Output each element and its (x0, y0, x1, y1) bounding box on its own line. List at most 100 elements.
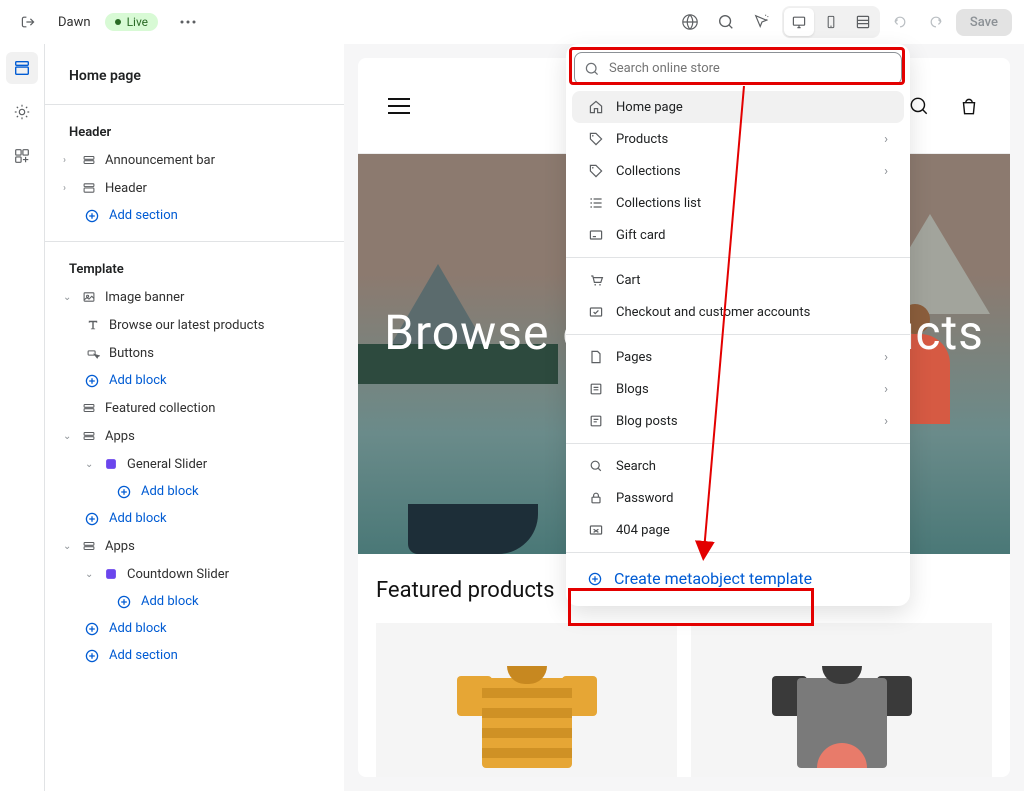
template-option[interactable]: Products› (572, 123, 904, 155)
template-option[interactable]: Password (572, 482, 904, 514)
option-label: Password (616, 491, 673, 506)
more-actions-button[interactable] (172, 6, 204, 38)
featured-collection-item[interactable]: ›Featured collection (45, 394, 344, 422)
search-icon-button[interactable] (710, 6, 742, 38)
home-icon (588, 99, 604, 115)
template-option[interactable]: Search (572, 450, 904, 482)
desktop-viewport-button[interactable] (784, 8, 814, 36)
template-option[interactable]: Blog posts› (572, 405, 904, 437)
add-block-link[interactable]: Add block (45, 615, 344, 642)
section-icon (81, 538, 97, 554)
exit-editor-button[interactable] (12, 6, 44, 38)
search-icon[interactable] (908, 95, 930, 117)
tree-label: Browse our latest products (109, 318, 264, 333)
template-option[interactable]: Blogs › (572, 373, 904, 405)
create-link-label: Create metaobject template (614, 569, 812, 588)
button-icon (85, 345, 101, 361)
add-block-link[interactable]: Add block (45, 478, 344, 505)
tree-label: Apps (105, 539, 135, 554)
header-group-label: Header (45, 119, 344, 146)
save-button: Save (956, 9, 1012, 36)
option-label: Collections list (616, 196, 701, 211)
checkout-icon (588, 304, 604, 320)
template-group-label: Template (45, 256, 344, 283)
announcement-bar-item[interactable]: ›Announcement bar (45, 146, 344, 174)
tree-label: Countdown Slider (127, 567, 229, 582)
buttons-block[interactable]: Buttons (45, 339, 344, 367)
404-icon (588, 522, 604, 538)
post-icon (588, 413, 604, 429)
template-picker-dropdown: Home pageProducts›Collections›Collection… (566, 44, 910, 606)
template-option[interactable]: Gift card (572, 219, 904, 251)
template-option[interactable]: Pages› (572, 341, 904, 373)
card-icon (588, 227, 604, 243)
fullscreen-viewport-button[interactable] (848, 8, 878, 36)
settings-rail-button[interactable] (6, 96, 38, 128)
option-label: Blog posts (616, 414, 678, 429)
template-option[interactable]: 404 page (572, 514, 904, 546)
bag-icon[interactable] (958, 95, 980, 117)
add-block-link[interactable]: Add block (45, 367, 344, 394)
tree-label: Buttons (109, 346, 154, 361)
section-icon (81, 428, 97, 444)
apps-item-1[interactable]: ⌄Apps (45, 422, 344, 450)
sidebar: Home page Header ›Announcement bar ›Head… (44, 44, 344, 791)
mobile-viewport-button[interactable] (816, 8, 846, 36)
section-icon (81, 180, 97, 196)
template-option[interactable]: Home page (572, 91, 904, 123)
left-rail (0, 44, 44, 791)
template-option[interactable]: Cart (572, 264, 904, 296)
add-block-link[interactable]: Add block (45, 588, 344, 615)
add-link-label: Add block (109, 373, 167, 388)
redo-button[interactable] (920, 6, 952, 38)
apps-item-2[interactable]: ⌄Apps (45, 532, 344, 560)
browse-products-block[interactable]: Browse our latest products (45, 311, 344, 339)
app-block-icon (103, 456, 119, 472)
undo-button[interactable] (884, 6, 916, 38)
template-option[interactable]: Collections› (572, 155, 904, 187)
countdown-slider-item[interactable]: ⌄Countdown Slider (45, 560, 344, 588)
general-slider-item[interactable]: ⌄General Slider (45, 450, 344, 478)
template-option[interactable]: Checkout and customer accounts (572, 296, 904, 328)
header-item[interactable]: ›Header (45, 174, 344, 202)
tree-label: Apps (105, 429, 135, 444)
apps-rail-button[interactable] (6, 140, 38, 172)
sections-rail-button[interactable] (6, 52, 38, 84)
option-label: Gift card (616, 228, 666, 243)
section-icon (81, 400, 97, 416)
option-label: Blogs (616, 382, 649, 397)
add-link-label: Add section (109, 648, 178, 663)
add-section-link[interactable]: Add section (45, 642, 344, 669)
cart-icon (588, 272, 604, 288)
image-icon (81, 289, 97, 305)
add-link-label: Add block (141, 484, 199, 499)
hamburger-icon[interactable] (388, 98, 410, 114)
live-badge: Live (105, 13, 158, 31)
globe-icon[interactable] (674, 6, 706, 38)
tree-label: General Slider (127, 457, 207, 472)
product-card[interactable] (376, 623, 677, 777)
image-banner-item[interactable]: ⌄Image banner (45, 283, 344, 311)
list-icon (588, 195, 604, 211)
chevron-right-icon: › (884, 382, 888, 397)
inspector-icon[interactable] (746, 6, 778, 38)
search-icon (588, 458, 604, 474)
add-link-label: Add block (141, 594, 199, 609)
page-icon (588, 349, 604, 365)
theme-name: Dawn (58, 15, 91, 30)
template-option[interactable]: Collections list (572, 187, 904, 219)
product-card[interactable] (691, 623, 992, 777)
add-block-link[interactable]: Add block (45, 505, 344, 532)
add-link-label: Add section (109, 208, 178, 223)
option-label: Collections (616, 164, 681, 179)
tag-icon (588, 163, 604, 179)
add-section-link[interactable]: Add section (45, 202, 344, 229)
option-label: Pages (616, 350, 652, 365)
lock-icon (588, 490, 604, 506)
blog-icon (588, 381, 604, 397)
live-badge-label: Live (127, 15, 148, 29)
search-input[interactable] (574, 52, 902, 85)
page-title[interactable]: Home page (45, 68, 344, 104)
dropdown-search (574, 52, 902, 85)
create-metaobject-link[interactable]: Create metaobject template (572, 559, 904, 598)
